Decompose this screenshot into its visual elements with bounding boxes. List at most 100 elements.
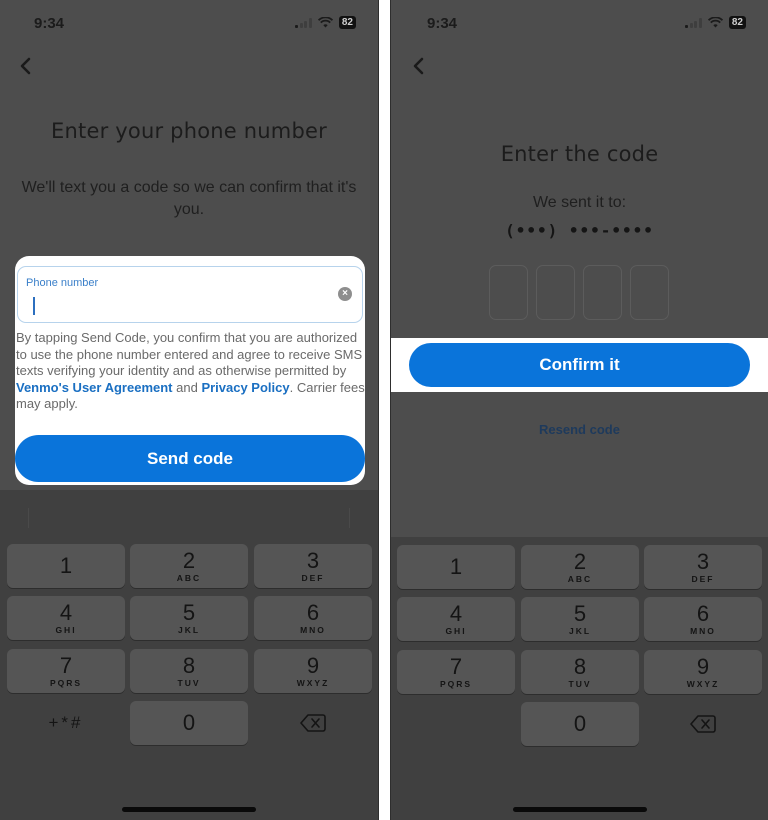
key-letters: MNO: [300, 625, 326, 635]
key-digit: 0: [182, 710, 196, 735]
key-letters: DEF: [301, 573, 325, 583]
key-5[interactable]: 5 JKL: [521, 597, 639, 641]
keyboard-suggestion-bar: [0, 490, 378, 540]
phone-number-label: Phone number: [26, 277, 99, 289]
back-chevron-icon[interactable]: [16, 56, 36, 76]
legal-text: By tapping Send Code, you confirm that y…: [16, 330, 363, 378]
key-3[interactable]: 3 DEF: [254, 544, 372, 588]
status-icons: 82: [295, 16, 356, 29]
wifi-icon: [707, 17, 723, 28]
key-letters: ABC: [176, 573, 202, 583]
key-digit: 2: [182, 548, 196, 573]
key-1[interactable]: 1: [7, 544, 125, 588]
phone-number-input[interactable]: Phone number ×: [17, 266, 363, 323]
code-digit-box[interactable]: [536, 265, 575, 320]
masked-phone-number: (•••) •••-••••: [505, 221, 654, 240]
key-8[interactable]: 8 TUV: [130, 649, 248, 693]
numeric-keypad: 1 2 ABC 3 DEF 4 GHI 5 JKL 6 MNO 7 PQRS 8 TUV 9 WXYZ 0 +*#: [0, 490, 378, 820]
key-letters: ABC: [567, 574, 593, 584]
code-digit-box[interactable]: [489, 265, 528, 320]
key-2[interactable]: 2 ABC: [130, 544, 248, 588]
key-3[interactable]: 3 DEF: [644, 545, 762, 589]
key-digit: 9: [306, 653, 320, 678]
page-title: Enter your phone number: [51, 119, 327, 143]
legal-disclaimer: By tapping Send Code, you confirm that y…: [16, 330, 366, 413]
key-digit: 1: [449, 554, 463, 579]
clear-icon[interactable]: ×: [338, 287, 352, 301]
backspace-icon: [690, 715, 716, 733]
key-digit: 8: [182, 653, 196, 678]
legal-text: and: [172, 379, 202, 395]
key-letters: TUV: [568, 679, 592, 689]
key-letters: MNO: [690, 626, 716, 636]
key-6[interactable]: 6 MNO: [644, 597, 762, 641]
key-2[interactable]: 2 ABC: [521, 545, 639, 589]
home-indicator: [122, 807, 256, 812]
user-agreement-link[interactable]: Venmo's User Agreement: [16, 380, 173, 395]
key-1[interactable]: 1: [397, 545, 515, 589]
key-digit: 6: [696, 601, 710, 626]
key-digit: 4: [59, 600, 73, 625]
key-letters: DEF: [691, 574, 715, 584]
key-6[interactable]: 6 MNO: [254, 596, 372, 640]
delete-key[interactable]: [254, 701, 372, 745]
key-digit: 5: [182, 600, 196, 625]
confirm-highlight: Confirm it: [391, 338, 768, 392]
key-digit: 3: [696, 549, 710, 574]
status-time: 9:34: [427, 15, 458, 32]
key-letters: GHI: [55, 625, 77, 635]
privacy-policy-link[interactable]: Privacy Policy: [201, 380, 289, 395]
page-title: Enter the code: [500, 142, 659, 166]
back-chevron-icon[interactable]: [409, 56, 429, 76]
resend-code-link[interactable]: Resend code: [391, 422, 768, 437]
key-letters: JKL: [177, 625, 201, 635]
key-7[interactable]: 7 PQRS: [397, 650, 515, 694]
phone-entry-screen: 9:34 82 Enter your phone number We'll te…: [0, 0, 379, 820]
backspace-icon: [300, 714, 326, 732]
page-subtitle: We'll text you a code so we can confirm …: [21, 179, 357, 218]
key-digit: 6: [306, 600, 320, 625]
key-letters: PQRS: [439, 679, 473, 689]
cellular-signal-icon: [685, 17, 702, 28]
key-digit: 2: [573, 549, 587, 574]
delete-key[interactable]: [644, 702, 762, 746]
key-4[interactable]: 4 GHI: [397, 597, 515, 641]
cellular-signal-icon: [295, 17, 312, 28]
key-5[interactable]: 5 JKL: [130, 596, 248, 640]
key-digit: 7: [59, 653, 73, 678]
code-digit-box[interactable]: [583, 265, 622, 320]
key-8[interactable]: 8 TUV: [521, 650, 639, 694]
key-9[interactable]: 9 WXYZ: [254, 649, 372, 693]
confirm-button[interactable]: Confirm it: [409, 343, 750, 387]
status-time: 9:34: [34, 15, 65, 32]
key-digit: 8: [573, 654, 587, 679]
key-letters: WXYZ: [296, 678, 330, 688]
battery-icon: 82: [728, 16, 746, 29]
home-indicator: [512, 807, 647, 812]
key-digit: 1: [59, 553, 73, 578]
symbols-key[interactable]: +*#: [7, 701, 125, 745]
key-4[interactable]: 4 GHI: [7, 596, 125, 640]
key-letters: JKL: [568, 626, 592, 636]
key-0[interactable]: 0: [521, 702, 639, 746]
key-7[interactable]: 7 PQRS: [7, 649, 125, 693]
key-9[interactable]: 9 WXYZ: [644, 650, 762, 694]
numeric-keypad: 1 2 ABC 3 DEF 4 GHI 5 JKL 6 MNO 7 PQRS 8 TUV 9 WXYZ 0: [391, 537, 768, 820]
phone-entry-card: Phone number × By tapping Send Code, you…: [15, 256, 365, 485]
wifi-icon: [317, 17, 333, 28]
battery-icon: 82: [338, 16, 356, 29]
status-icons: 82: [685, 16, 746, 29]
key-letters: TUV: [177, 678, 201, 688]
send-code-button[interactable]: Send code: [15, 435, 365, 482]
key-digit: 0: [573, 711, 587, 736]
key-digit: 4: [449, 601, 463, 626]
key-letters: PQRS: [49, 678, 83, 688]
text-caret: [33, 297, 35, 315]
code-digit-box[interactable]: [630, 265, 669, 320]
sent-to-label: We sent it to:: [532, 194, 627, 211]
key-digit: 3: [306, 548, 320, 573]
key-letters: GHI: [445, 626, 467, 636]
code-entry-screen: 9:34 82 Enter the code We sent it to: (•…: [390, 0, 768, 820]
key-0[interactable]: 0: [130, 701, 248, 745]
verification-code-input[interactable]: [489, 265, 669, 320]
